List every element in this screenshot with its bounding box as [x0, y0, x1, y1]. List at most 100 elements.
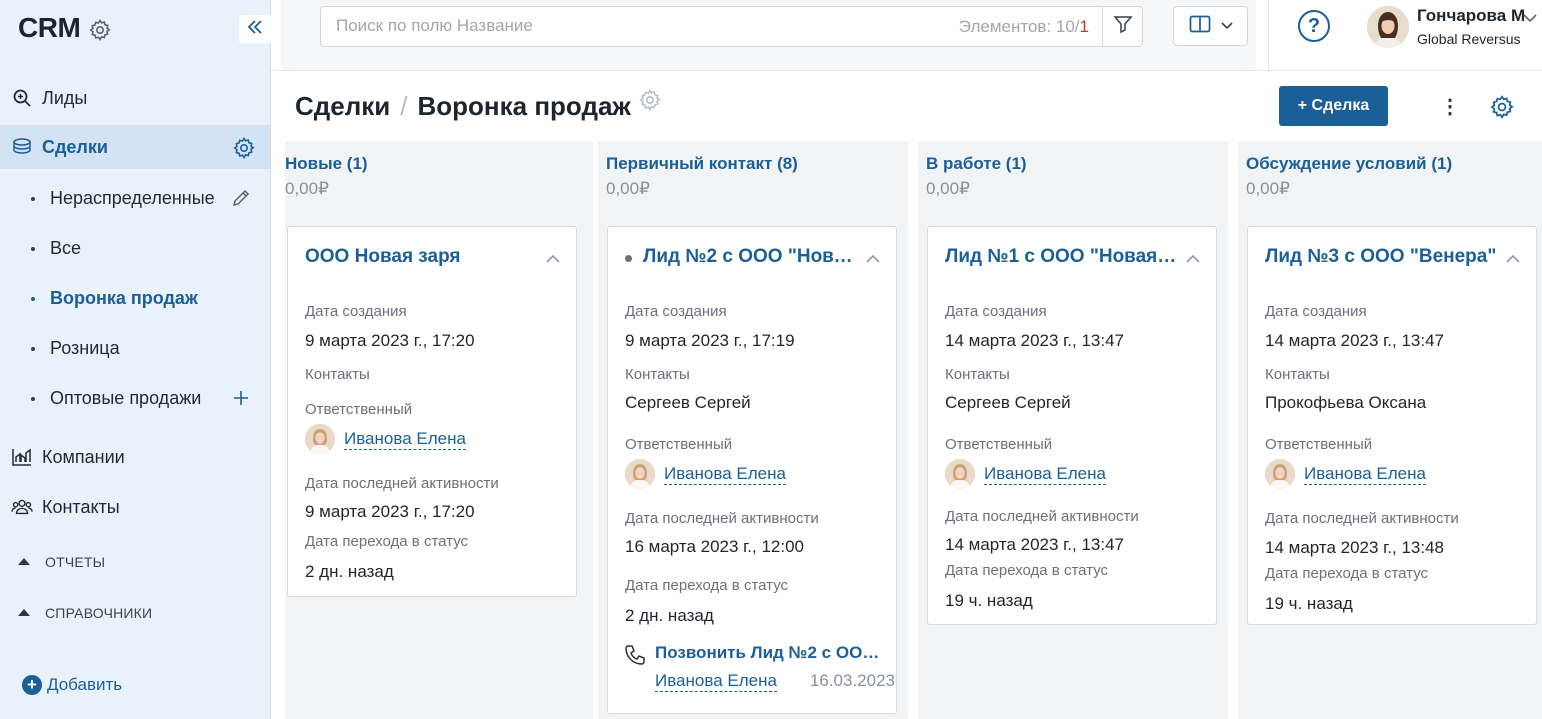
field-label: Дата создания [305, 303, 407, 320]
kanban-column: Новые (1) 0,00₽ ООО Новая заря Дата созд… [285, 141, 593, 719]
deal-card[interactable]: Лид №1 с ООО "Новая заря" Дата создания … [927, 226, 1217, 625]
kanban-column: В работе (1) 0,00₽ Лид №1 с ООО "Новая з… [918, 141, 1228, 719]
sidebar-subitem-all[interactable]: Все [0, 230, 270, 266]
search-zoom-icon [11, 87, 33, 109]
deal-card[interactable]: ООО Новая заря Дата создания 9 марта 202… [287, 226, 577, 597]
responsible-link[interactable]: Иванова Елена [984, 464, 1106, 485]
sidebar-subitem-sales-funnel[interactable]: Воронка продаж [0, 280, 270, 316]
bullet [31, 247, 35, 251]
kanban-column: Обсуждение условий (1) 0,00₽ Лид №3 с ОО… [1238, 141, 1542, 719]
help-button[interactable]: ? [1298, 10, 1330, 42]
field-value[interactable]: Сергеев Сергей [945, 393, 1071, 413]
deal-card[interactable]: Лид №3 с ООО "Венера" Дата создания 14 м… [1247, 226, 1537, 625]
gear-icon[interactable] [232, 136, 256, 160]
task-title[interactable]: Позвонить Лид №2 с ООО "Новая заря" [655, 643, 890, 663]
user-name[interactable]: Гончарова М [1417, 6, 1525, 26]
pencil-icon[interactable] [229, 186, 253, 210]
responsible-link[interactable]: Иванова Елена [344, 429, 466, 450]
sidebar-section-label: СПРАВОЧНИКИ [45, 605, 153, 621]
column-title: В работе (1) [926, 154, 1027, 173]
field-label: Дата перехода в статус [945, 562, 1109, 579]
sidebar-subitem-retail[interactable]: Розница [0, 330, 270, 366]
app-logo[interactable]: CRM [18, 12, 81, 44]
breadcrumb-root[interactable]: Сделки [295, 91, 390, 122]
collapse-sidebar-button[interactable] [239, 15, 271, 43]
card-title[interactable]: Лид №2 с ООО "Новая заря" [643, 246, 859, 268]
sidebar-item-label: Компании [42, 446, 125, 467]
chevron-up-icon[interactable] [866, 250, 880, 268]
field-value: 16 марта 2023 г., 12:00 [625, 537, 805, 556]
sidebar-item-deals[interactable]: Сделки [0, 125, 270, 169]
search-box[interactable]: Элементов: 10/1 [320, 6, 1143, 47]
avatar [305, 424, 335, 454]
triangle-up-icon [18, 609, 30, 616]
field-label: Дата создания [1265, 303, 1367, 320]
view-mode-button[interactable] [1173, 6, 1248, 46]
avatar [945, 459, 975, 489]
sidebar-item-label: Лиды [42, 87, 88, 108]
filter-button[interactable] [1102, 7, 1142, 46]
chevron-down-icon [1220, 17, 1233, 35]
chevron-up-icon[interactable] [546, 250, 560, 268]
more-icon[interactable]: ⋮ [1440, 94, 1460, 118]
task-item[interactable]: Позвонить Лид №2 с ООО "Новая заря" Иван… [623, 643, 895, 703]
add-button[interactable]: + Добавить [22, 675, 122, 695]
kanban-column: Первичный контакт (8) 0,00₽ Лид №2 с ООО… [598, 141, 908, 719]
card-title[interactable]: Лид №3 с ООО "Венера" [1265, 246, 1501, 268]
user-company: Global Reversus [1417, 31, 1521, 47]
crm-app: CRM Лиды Сделки Нераспределенные Все Вор… [0, 0, 1542, 719]
field-value: 2 дн. назад [625, 606, 714, 625]
sidebar-subitem-unassigned[interactable]: Нераспределенные [0, 180, 270, 216]
sidebar-item-leads[interactable]: Лиды [0, 76, 270, 120]
sidebar-section-directories[interactable]: СПРАВОЧНИКИ [0, 598, 270, 628]
sidebar-subitem-wholesale[interactable]: Оптовые продажи [0, 380, 270, 416]
field-value: 9 марта 2023 г., 17:20 [305, 502, 475, 521]
field-value: 19 ч. назад [1265, 594, 1353, 613]
gear-icon[interactable] [638, 88, 662, 119]
deal-card[interactable]: Лид №2 с ООО "Новая заря" Дата создания … [607, 226, 897, 714]
field-label: Ответственный [625, 436, 733, 453]
sidebar-item-companies[interactable]: Компании [0, 435, 270, 479]
field-value[interactable]: Прокофьева Оксана [1265, 393, 1426, 413]
chevron-down-icon[interactable] [1523, 10, 1537, 28]
field-value[interactable]: Сергеев Сергей [625, 393, 751, 413]
chevron-up-icon[interactable] [1506, 250, 1520, 268]
sidebar-subitem-label: Нераспределенные [50, 187, 215, 208]
gear-icon[interactable] [1489, 94, 1515, 125]
breadcrumb-current: Воронка продаж [417, 91, 631, 121]
avatar[interactable] [1367, 6, 1409, 48]
field-label: Дата последней активности [305, 475, 499, 492]
triangle-up-icon [18, 558, 30, 565]
column-title: Первичный контакт (8) [606, 154, 798, 173]
plus-icon[interactable] [229, 386, 253, 410]
responsible-link[interactable]: Иванова Елена [1304, 464, 1426, 485]
field-value: 14 марта 2023 г., 13:47 [1265, 331, 1445, 350]
new-deal-button[interactable]: + Сделка [1279, 86, 1388, 126]
column-sum: 0,00₽ [606, 179, 650, 198]
field-label: Контакты [625, 366, 690, 383]
column-title: Обсуждение условий (1) [1246, 154, 1453, 173]
field-value: 9 марта 2023 г., 17:19 [625, 331, 795, 350]
sidebar-subitem-label: Воронка продаж [50, 287, 198, 308]
chevron-up-icon[interactable] [1186, 250, 1200, 268]
sidebar-item-contacts[interactable]: Контакты [0, 485, 270, 529]
search-input[interactable] [336, 16, 856, 36]
gear-icon[interactable] [88, 18, 112, 47]
people-icon [11, 496, 33, 518]
field-label: Контакты [945, 366, 1010, 383]
card-title[interactable]: ООО Новая заря [305, 246, 541, 268]
sidebar-section-reports[interactable]: ОТЧЕТЫ [0, 547, 270, 577]
items-counter-text: Элементов: 10 [958, 17, 1075, 36]
items-counter-new: 1 [1079, 17, 1089, 36]
sidebar-item-label: Контакты [42, 496, 120, 517]
bullet [31, 197, 35, 201]
avatar [625, 459, 655, 489]
field-value: 14 марта 2023 г., 13:47 [945, 331, 1125, 350]
task-user-link[interactable]: Иванова Елена [655, 671, 777, 692]
divider [1268, 0, 1269, 71]
sidebar-subitem-label: Все [50, 237, 82, 258]
card-title[interactable]: Лид №1 с ООО "Новая заря" [945, 246, 1181, 268]
field-label: Ответственный [305, 401, 413, 418]
responsible-link[interactable]: Иванова Елена [664, 464, 786, 485]
column-title: Новые (1) [285, 154, 368, 173]
